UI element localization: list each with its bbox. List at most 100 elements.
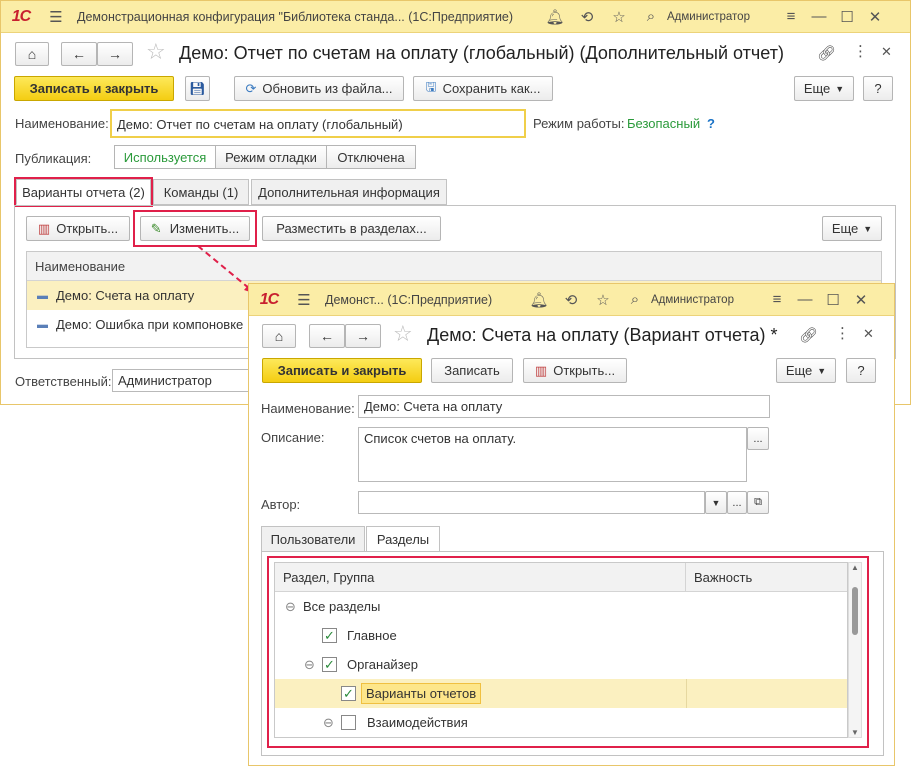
forward-button[interactable]: → bbox=[97, 42, 133, 66]
close-icon[interactable]: ✕ bbox=[861, 8, 889, 26]
mode-label: Режим работы: bbox=[533, 116, 625, 131]
open-variant-label: Открыть... bbox=[56, 221, 119, 236]
report-icon: ▥ bbox=[534, 362, 548, 378]
tab-additional-info[interactable]: Дополнительная информация bbox=[251, 179, 447, 205]
favorites-icon[interactable]: ☆ bbox=[587, 291, 619, 309]
forward-button[interactable]: → bbox=[345, 324, 381, 348]
back-button[interactable]: ← bbox=[61, 42, 97, 66]
history-icon[interactable]: ⟲ bbox=[571, 8, 603, 26]
maximize-icon[interactable]: ☐ bbox=[833, 8, 861, 26]
open-button[interactable]: ▥ Открыть... bbox=[523, 358, 627, 383]
form-close-icon[interactable]: ✕ bbox=[863, 326, 874, 342]
publication-disabled-option[interactable]: Отключена bbox=[326, 145, 416, 169]
list-item-label: Демо: Счета на оплату bbox=[56, 288, 195, 303]
author-field[interactable] bbox=[358, 491, 705, 514]
minimize-icon[interactable]: — bbox=[791, 291, 819, 308]
menu-icon[interactable]: ☰ bbox=[41, 8, 71, 26]
user-name[interactable]: Администратор bbox=[651, 294, 763, 306]
name-label: Наименование: bbox=[15, 116, 109, 131]
update-from-file-button[interactable]: ⟳ Обновить из файла... bbox=[234, 76, 404, 101]
tab-users[interactable]: Пользователи bbox=[261, 526, 365, 552]
settings-icon[interactable]: ≡ bbox=[763, 291, 791, 308]
tab-commands[interactable]: Команды (1) bbox=[153, 179, 249, 205]
variants-more-button[interactable]: Еще ▼ bbox=[822, 216, 882, 241]
front-window: 1С ☰ Демонст... (1С:Предприятие) 🔔︎ ⟲ ☆ … bbox=[248, 283, 895, 766]
mode-help-icon[interactable]: ? bbox=[707, 116, 715, 131]
author-dropdown-button[interactable]: ▼ bbox=[705, 491, 727, 514]
description-label: Описание: bbox=[261, 430, 325, 445]
publication-label: Публикация: bbox=[15, 151, 92, 166]
description-edit-button[interactable]: ... bbox=[747, 427, 769, 450]
more-button[interactable]: Еще ▼ bbox=[794, 76, 854, 101]
publication-used-option[interactable]: Используется bbox=[114, 145, 216, 169]
favorite-star-icon[interactable]: ☆ bbox=[146, 39, 166, 65]
open-label: Открыть... bbox=[553, 363, 616, 378]
name-field[interactable]: Демо: Отчет по счетам на оплату (глобаль… bbox=[110, 109, 526, 138]
close-icon[interactable]: ✕ bbox=[847, 291, 875, 309]
name-label: Наименование: bbox=[261, 401, 355, 416]
open-variant-button[interactable]: ▥ Открыть... bbox=[26, 216, 130, 241]
logo-1c-icon: 1С bbox=[259, 290, 279, 308]
bell-icon[interactable]: 🔔︎ bbox=[523, 291, 555, 309]
description-field[interactable]: Список счетов на оплату. bbox=[358, 427, 747, 482]
save-as-icon: 🖫︎ bbox=[425, 78, 437, 94]
form-title: Демо: Отчет по счетам на оплату (глобаль… bbox=[179, 43, 784, 63]
list-item-label: Демо: Ошибка при компоновке bbox=[56, 317, 244, 332]
front-titlebar: 1С ☰ Демонст... (1С:Предприятие) 🔔︎ ⟲ ☆ … bbox=[249, 284, 894, 316]
maximize-icon[interactable]: ☐ bbox=[819, 291, 847, 309]
mode-value-link[interactable]: Безопасный bbox=[627, 116, 700, 131]
save-disk-button[interactable]: 💾︎ bbox=[185, 76, 210, 101]
variant-icon: ▬ bbox=[37, 289, 48, 302]
save-as-button[interactable]: 🖫︎ Сохранить как... bbox=[413, 76, 553, 101]
window-title: Демонстрационная конфигурация "Библиотек… bbox=[77, 9, 514, 24]
help-button[interactable]: ? bbox=[846, 358, 876, 383]
back-button[interactable]: ← bbox=[309, 324, 345, 348]
more-button[interactable]: Еще ▼ bbox=[776, 358, 836, 383]
link-icon[interactable]: 🔗︎ bbox=[817, 44, 836, 62]
floppy-icon: 💾︎ bbox=[189, 80, 206, 96]
form-title: Демо: Счета на оплату (Вариант отчета) * bbox=[427, 325, 778, 345]
form-close-icon[interactable]: ✕ bbox=[881, 44, 892, 60]
bell-icon[interactable]: 🔔︎ bbox=[539, 8, 571, 26]
report-icon: ▥ bbox=[37, 220, 51, 236]
link-icon[interactable]: 🔗︎ bbox=[799, 326, 818, 344]
home-button[interactable]: ⌂ bbox=[15, 42, 49, 66]
highlight-edit-button bbox=[133, 210, 257, 247]
help-button[interactable]: ? bbox=[863, 76, 893, 101]
author-open-button[interactable]: ⧉ bbox=[747, 491, 769, 514]
save-and-close-button[interactable]: Записать и закрыть bbox=[262, 358, 422, 383]
refresh-file-icon: ⟳ bbox=[245, 80, 257, 96]
favorites-icon[interactable]: ☆ bbox=[603, 8, 635, 26]
more-dots-icon[interactable]: ⋮ bbox=[853, 42, 868, 60]
menu-icon[interactable]: ☰ bbox=[289, 291, 319, 309]
back-titlebar: 1С ☰ Демонстрационная конфигурация "Библ… bbox=[1, 1, 910, 33]
name-field[interactable]: Демо: Счета на оплату bbox=[358, 395, 770, 418]
minimize-icon[interactable]: — bbox=[805, 8, 833, 25]
variant-icon: ▬ bbox=[37, 318, 48, 331]
list-header: Наименование bbox=[27, 252, 881, 281]
save-and-close-button[interactable]: Записать и закрыть bbox=[14, 76, 174, 101]
more-label: Еще bbox=[785, 363, 813, 378]
home-button[interactable]: ⌂ bbox=[262, 324, 296, 348]
history-icon[interactable]: ⟲ bbox=[555, 291, 587, 309]
more-dots-icon[interactable]: ⋮ bbox=[835, 324, 850, 342]
list-header-name: Наименование bbox=[35, 258, 126, 274]
search-icon[interactable]: ⌕ bbox=[635, 8, 667, 25]
more-label: Еще bbox=[803, 81, 831, 96]
tab-sections[interactable]: Разделы bbox=[366, 526, 440, 552]
user-name[interactable]: Администратор bbox=[667, 11, 777, 23]
author-select-button[interactable]: ... bbox=[727, 491, 747, 514]
update-from-file-label: Обновить из файла... bbox=[262, 81, 393, 96]
dropdown-arrow-icon: ▼ bbox=[863, 223, 873, 234]
save-button[interactable]: Записать bbox=[431, 358, 513, 383]
responsible-label: Ответственный: bbox=[15, 374, 112, 389]
settings-icon[interactable]: ≡ bbox=[777, 8, 805, 25]
window-title: Демонст... (1С:Предприятие) bbox=[325, 292, 493, 307]
save-as-label: Сохранить как... bbox=[442, 81, 541, 96]
dropdown-arrow-icon: ▼ bbox=[817, 365, 827, 376]
favorite-star-icon[interactable]: ☆ bbox=[393, 321, 413, 347]
search-icon[interactable]: ⌕ bbox=[619, 291, 651, 308]
place-in-sections-button[interactable]: Разместить в разделах... bbox=[262, 216, 441, 241]
publication-debug-option[interactable]: Режим отладки bbox=[215, 145, 327, 169]
author-label: Автор: bbox=[261, 497, 301, 512]
